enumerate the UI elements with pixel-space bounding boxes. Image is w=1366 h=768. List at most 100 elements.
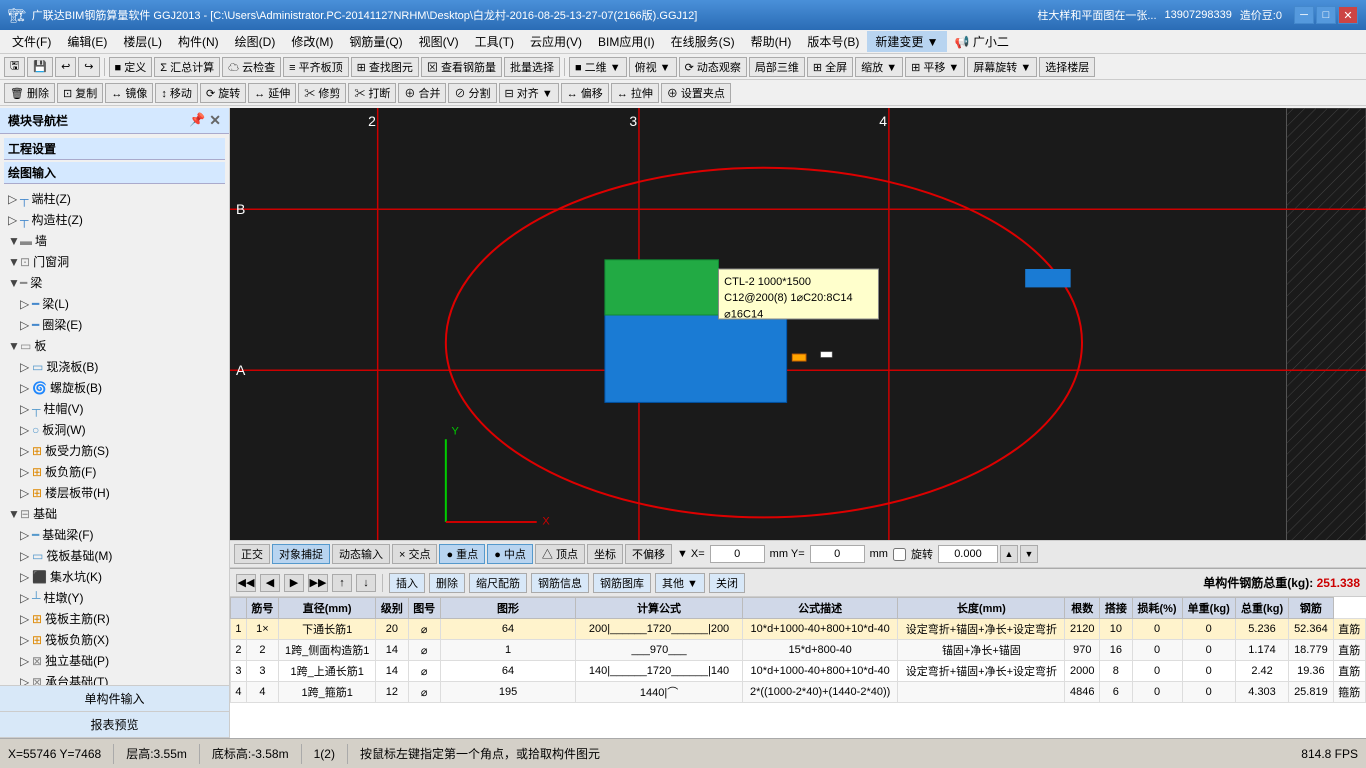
menu-bim[interactable]: BIM应用(I) xyxy=(590,31,663,52)
sidebar-item-drawing-input[interactable]: 绘图输入 xyxy=(4,162,225,184)
pb-move[interactable]: ↕ 移动 xyxy=(155,83,198,103)
y-coord-input[interactable] xyxy=(810,545,865,563)
tb-cloud-check[interactable]: ☁ 云检查 xyxy=(222,57,281,77)
menu-new-change[interactable]: 新建变更 ▼ xyxy=(867,31,946,52)
tbl-scale-rebar[interactable]: 缩尺配筋 xyxy=(469,573,527,593)
sidebar-item-raft-main[interactable]: ▷ ⊞ 筏板主筋(R) xyxy=(4,608,225,629)
sidebar-item-cap-found[interactable]: ▷ ⊠ 承台基础(T) xyxy=(4,671,225,685)
menu-element[interactable]: 构件(N) xyxy=(170,31,227,52)
pb-mirror[interactable]: ↔ 镜像 xyxy=(105,83,153,103)
tb-save[interactable]: 💾 xyxy=(27,57,53,77)
tb-undo[interactable]: ↩ xyxy=(55,57,76,77)
sidebar-pin[interactable]: 📌 xyxy=(189,112,205,129)
pb-stretch[interactable]: ↔ 拉伸 xyxy=(611,83,659,103)
tbl-close[interactable]: 关闭 xyxy=(709,573,745,593)
tbl-rebar-info[interactable]: 钢筋信息 xyxy=(531,573,589,593)
nav-up[interactable]: ↑ xyxy=(332,574,352,592)
snap-vertex[interactable]: △ 顶点 xyxy=(535,544,585,564)
tbl-insert[interactable]: 插入 xyxy=(389,573,425,593)
pb-offset[interactable]: ↔ 偏移 xyxy=(561,83,609,103)
x-coord-input[interactable] xyxy=(710,545,765,563)
sidebar-item-pit[interactable]: ▷ ⬛ 集水坑(K) xyxy=(4,566,225,587)
snap-coord[interactable]: 坐标 xyxy=(587,544,623,564)
sidebar-item-slab-rebar[interactable]: ▷ ⊞ 板受力筋(S) xyxy=(4,440,225,461)
menu-floor[interactable]: 楼层(L) xyxy=(115,31,170,52)
menu-help[interactable]: 帮助(H) xyxy=(743,31,800,52)
pb-copy[interactable]: ⊡ 复制 xyxy=(57,83,103,103)
tb-batch-select[interactable]: 批量选择 xyxy=(504,57,560,77)
table-row[interactable]: 11×下通长筋120⌀64200|______1720______|20010*… xyxy=(231,619,1366,640)
report-preview-btn[interactable]: 报表预览 xyxy=(0,712,229,738)
tb-2d[interactable]: ■ 二维 ▼ xyxy=(569,57,627,77)
pb-setvert[interactable]: ⊕ 设置夹点 xyxy=(661,83,731,103)
sidebar-item-end-column[interactable]: ▷ ┬ 端柱(Z) xyxy=(4,188,225,209)
menu-edit[interactable]: 编辑(E) xyxy=(59,31,115,52)
sidebar-item-spiral-slab[interactable]: ▷ 🌀 螺旋板(B) xyxy=(4,377,225,398)
tb-redo[interactable]: ↪ xyxy=(78,57,99,77)
snap-ortho[interactable]: 正交 xyxy=(234,544,270,564)
tb-define[interactable]: ■ 定义 xyxy=(109,57,153,77)
tb-top-view[interactable]: 俯视 ▼ xyxy=(629,57,677,77)
table-row[interactable]: 221跨_侧面构造筋114⌀1___970___15*d+800-40锚固+净长… xyxy=(231,640,1366,661)
sidebar-item-col-cap[interactable]: ▷ ┬ 柱帽(V) xyxy=(4,398,225,419)
tb-find[interactable]: ⊞ 查找图元 xyxy=(351,57,419,77)
tbl-delete[interactable]: 删除 xyxy=(429,573,465,593)
sidebar-item-foundation[interactable]: ▼ ⊟ 基础 xyxy=(4,503,225,524)
sidebar-item-neg-rebar[interactable]: ▷ ⊞ 板负筋(F) xyxy=(4,461,225,482)
menu-online[interactable]: 在线服务(S) xyxy=(663,31,743,52)
maximize-button[interactable]: □ xyxy=(1316,6,1336,24)
tb-dynamic[interactable]: ⟳ 动态观察 xyxy=(679,57,747,77)
tb-summarize[interactable]: Σ 汇总计算 xyxy=(154,57,220,77)
sidebar-item-beam-L[interactable]: ▷ ━ 梁(L) xyxy=(4,293,225,314)
pb-delete[interactable]: 🗑 删除 xyxy=(4,83,55,103)
sidebar-item-found-beam[interactable]: ▷ ━ 基础梁(F) xyxy=(4,524,225,545)
tbl-rebar-lib[interactable]: 钢筋图库 xyxy=(593,573,651,593)
pb-extend[interactable]: ↔ 延伸 xyxy=(248,83,296,103)
menu-view[interactable]: 视图(V) xyxy=(411,31,467,52)
canvas-area[interactable]: 2 3 4 B A CTL-2 1000*1500 C12@200(8) 1⌀C… xyxy=(230,108,1366,568)
tb-fullscreen[interactable]: ⊞ 全屏 xyxy=(807,57,853,77)
snap-dynamic[interactable]: 动态输入 xyxy=(332,544,390,564)
nav-down[interactable]: ↓ xyxy=(356,574,376,592)
table-row[interactable]: 441跨_箍筋112⌀1951440|⌒2*((1000-2*40)+(1440… xyxy=(231,682,1366,703)
rotate-down[interactable]: ▼ xyxy=(1020,545,1038,563)
sidebar-item-slab-hole[interactable]: ▷ ○ 板洞(W) xyxy=(4,419,225,440)
snap-midweight[interactable]: ● 重点 xyxy=(439,544,485,564)
tbl-other[interactable]: 其他 ▼ xyxy=(655,573,705,593)
sidebar-item-isolated-found[interactable]: ▷ ⊠ 独立基础(P) xyxy=(4,650,225,671)
sidebar-item-cast-slab[interactable]: ▷ ▭ 现浇板(B) xyxy=(4,356,225,377)
single-component-btn[interactable]: 单构件输入 xyxy=(0,686,229,712)
beam-rect-blue[interactable] xyxy=(605,310,787,402)
minimize-button[interactable]: ─ xyxy=(1294,6,1314,24)
nav-first[interactable]: ◀◀ xyxy=(236,574,256,592)
nav-prev[interactable]: ◀ xyxy=(260,574,280,592)
tb-view-rebar[interactable]: ⊠ 查看钢筋量 xyxy=(421,57,502,77)
nav-next[interactable]: ▶ xyxy=(284,574,304,592)
tb-pan[interactable]: ⊞ 平移 ▼ xyxy=(905,57,965,77)
menu-modify[interactable]: 修改(M) xyxy=(283,31,341,52)
tb-flatten[interactable]: ≡ 平齐板顶 xyxy=(283,57,348,77)
sidebar-item-ring-beam[interactable]: ▷ ━ 圈梁(E) xyxy=(4,314,225,335)
pb-align[interactable]: ⊟ 对齐 ▼ xyxy=(499,83,559,103)
menu-draw[interactable]: 绘图(D) xyxy=(227,31,284,52)
tb-screen-rotate[interactable]: 屏幕旋转 ▼ xyxy=(967,57,1037,77)
rotate-checkbox[interactable] xyxy=(893,548,906,561)
sidebar-item-engineering-setup[interactable]: 工程设置 xyxy=(4,138,225,160)
rotate-input[interactable] xyxy=(938,545,998,563)
tb-select-floor[interactable]: 选择楼层 xyxy=(1039,57,1095,77)
rotate-up[interactable]: ▲ xyxy=(1000,545,1018,563)
sidebar-item-wall[interactable]: ▼ ▬ 墙 xyxy=(4,230,225,251)
pb-trim[interactable]: ✂ 修剪 xyxy=(298,83,346,103)
snap-intersect[interactable]: × 交点 xyxy=(392,544,437,564)
pb-rotate[interactable]: ⟳ 旋转 xyxy=(200,83,246,103)
snap-object[interactable]: 对象捕捉 xyxy=(272,544,330,564)
menu-tools[interactable]: 工具(T) xyxy=(467,31,522,52)
sidebar-close[interactable]: ✕ xyxy=(209,112,221,129)
tb-zoom[interactable]: 缩放 ▼ xyxy=(855,57,903,77)
menu-guangxiao[interactable]: 📢 广小二 xyxy=(947,31,1017,52)
menu-rebar-qty[interactable]: 钢筋量(Q) xyxy=(341,31,410,52)
sidebar-item-raft-neg[interactable]: ▷ ⊞ 筏板负筋(X) xyxy=(4,629,225,650)
snap-midpoint[interactable]: ● 中点 xyxy=(487,544,533,564)
sidebar-item-slab[interactable]: ▼ ▭ 板 xyxy=(4,335,225,356)
pb-break[interactable]: ✂ 打断 xyxy=(348,83,396,103)
